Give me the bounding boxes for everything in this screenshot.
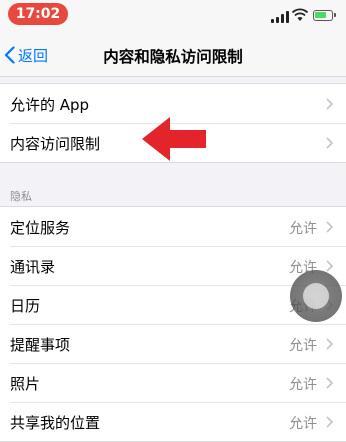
page-title: 内容和隐私访问限制 <box>103 48 243 66</box>
list-item-reminders[interactable]: 提醒事项 允许 <box>0 324 346 363</box>
wifi-icon <box>292 8 308 21</box>
list-item-label: 照片 <box>10 375 41 393</box>
chevron-right-icon <box>326 260 333 272</box>
list-item-value: 允许 <box>289 416 317 432</box>
list-item-label: 日历 <box>10 297 41 315</box>
assistive-touch-inner <box>303 283 329 309</box>
list-item-location-services[interactable]: 定位服务 允许 <box>0 207 346 246</box>
status-time[interactable]: 17:02 <box>8 3 68 25</box>
list-item-share-my-location[interactable]: 共享我的位置 允许 <box>0 402 346 441</box>
chevron-right-icon <box>326 98 333 110</box>
privacy-group: 定位服务 允许 通讯录 允许 日历 允许 提醒事项 允许 照片 允许 共享我的位… <box>0 206 346 442</box>
list-item-contacts[interactable]: 通讯录 允许 <box>0 246 346 285</box>
list-item-value: 允许 <box>289 338 317 354</box>
signal-icon <box>271 11 291 23</box>
list-item-label: 允许的 App <box>10 96 90 114</box>
chevron-right-icon <box>326 221 333 233</box>
list-item-label: 共享我的位置 <box>10 414 101 432</box>
status-bar: 17:02 <box>0 0 346 34</box>
list-item-label: 通讯录 <box>10 258 56 276</box>
battery-icon <box>313 10 336 21</box>
chevron-right-icon <box>326 416 333 428</box>
chevron-right-icon <box>326 338 333 350</box>
red-arrow-annotation <box>142 117 206 161</box>
list-item-label: 内容访问限制 <box>10 135 101 153</box>
assistive-touch-button[interactable] <box>290 270 342 322</box>
list-item-value: 允许 <box>289 221 317 237</box>
list-item-value: 允许 <box>289 377 317 393</box>
list-item-photos[interactable]: 照片 允许 <box>0 363 346 402</box>
chevron-right-icon <box>326 137 333 149</box>
list-item-label: 定位服务 <box>10 219 71 237</box>
chevron-right-icon <box>326 377 333 389</box>
list-item-label: 提醒事项 <box>10 336 71 354</box>
privacy-section-header: 隐私 <box>10 190 32 203</box>
navigation-bar: 返回 内容和隐私访问限制 <box>0 34 346 77</box>
